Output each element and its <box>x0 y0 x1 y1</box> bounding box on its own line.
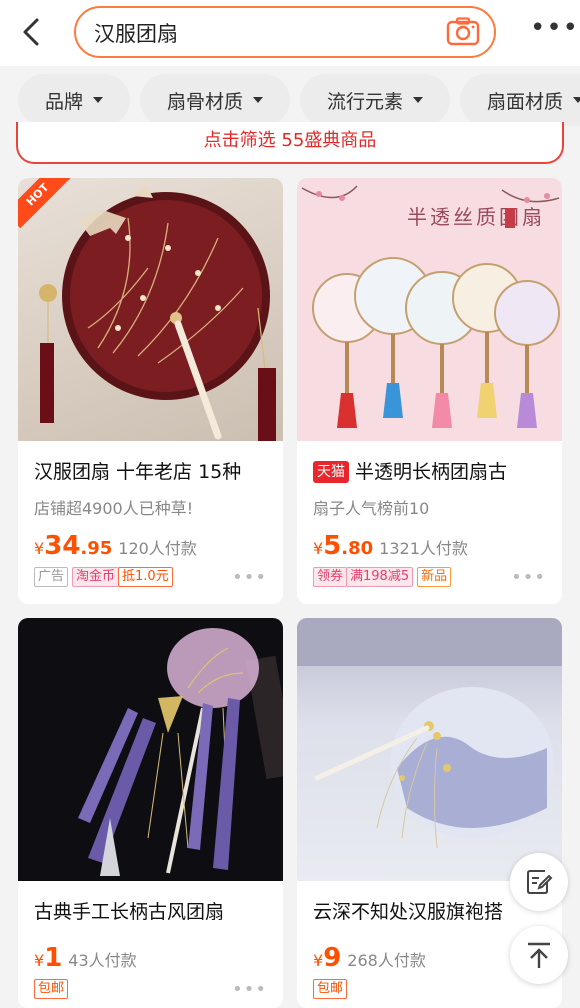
ad-tag: 广告 <box>34 567 69 587</box>
filter-chip-face-material[interactable]: 扇面材质 <box>460 74 580 126</box>
tmall-badge: 天猫 <box>313 461 349 483</box>
arrow-up-icon <box>528 942 550 968</box>
price-integer: 9 <box>323 943 342 973</box>
currency-symbol: ¥ <box>313 951 324 970</box>
coin-tag: 淘金币 <box>72 567 120 587</box>
discount-tag: 抵1.0元 <box>118 567 173 587</box>
top-bar: ••• <box>0 0 580 66</box>
product-image[interactable] <box>297 618 562 881</box>
price-integer: 5 <box>323 531 342 561</box>
coupon-tag: 领券 <box>313 567 348 587</box>
filter-chip-brand[interactable]: 品牌 <box>18 74 130 126</box>
product-image[interactable] <box>18 618 283 881</box>
sold-count: 43人付款 <box>68 951 137 970</box>
filter-chip-label: 流行元素 <box>326 90 403 113</box>
filter-chip-label: 品牌 <box>44 90 83 113</box>
price-row: ¥ 34 .95 120人付款 <box>18 531 283 561</box>
price-integer: 34 <box>44 531 81 561</box>
filter-chip-label: 扇面材质 <box>486 90 563 113</box>
price-decimal: .80 <box>341 538 374 559</box>
price-row: ¥ 5 .80 1321人付款 <box>297 531 562 561</box>
sold-count: 1321人付款 <box>379 539 468 558</box>
free-shipping-tag: 包邮 <box>313 979 348 999</box>
filter-chip-label: 扇骨材质 <box>166 90 243 113</box>
back-arrow-icon[interactable] <box>14 14 50 50</box>
feedback-button[interactable] <box>510 853 568 911</box>
product-subtitle: 扇子人气榜前10 <box>313 499 430 517</box>
currency-symbol: ¥ <box>34 539 45 558</box>
discount-tag: 满198减5 <box>346 567 414 587</box>
filter-bar: 品牌 扇骨材质 流行元素 扇面材质 <box>0 74 580 126</box>
filter-chip-trend-element[interactable]: 流行元素 <box>300 74 450 126</box>
price-decimal: .95 <box>80 538 113 559</box>
product-title: 天猫 半透明长柄团扇古 <box>297 459 562 485</box>
chevron-down-icon <box>253 97 263 103</box>
chevron-down-icon <box>93 97 103 103</box>
sold-count: 120人付款 <box>118 539 197 558</box>
tag-row: 广告 淘金币 抵1.0元 ••• <box>18 565 283 589</box>
sold-count: 268人付款 <box>347 951 426 970</box>
camera-icon[interactable] <box>446 17 480 47</box>
product-title: 汉服团扇 十年老店 15种 <box>34 461 242 483</box>
tag-row: 领券 满198减5 新品 ••• <box>297 565 562 589</box>
product-image[interactable]: 半透丝质团扇 <box>297 178 562 441</box>
product-card[interactable]: HOT 汉服团扇 十年老店 15种 店铺超4900人已种草! ¥ 34 .95 … <box>18 178 283 604</box>
banner-text: 点击筛选 55盛典商品 <box>203 130 377 151</box>
image-caption: 半透丝质团扇 <box>407 205 545 229</box>
search-box[interactable] <box>74 6 496 58</box>
more-options-icon[interactable]: ••• <box>232 979 267 1000</box>
product-title: 古典手工长柄古风团扇 <box>34 901 225 923</box>
more-icon[interactable]: ••• <box>530 15 578 42</box>
currency-symbol: ¥ <box>34 951 45 970</box>
price-integer: 1 <box>44 943 63 973</box>
currency-symbol: ¥ <box>313 539 324 558</box>
product-subtitle: 店铺超4900人已种草! <box>34 499 194 517</box>
filter-promo-banner[interactable]: 点击筛选 55盛典商品 <box>16 122 564 164</box>
chevron-down-icon <box>413 97 423 103</box>
chevron-down-icon <box>573 97 580 103</box>
search-input[interactable] <box>94 18 434 48</box>
product-card[interactable]: 古典手工长柄古风团扇 ¥ 1 43人付款 包邮 ••• <box>18 618 283 1008</box>
product-title-text: 半透明长柄团扇古 <box>355 461 508 483</box>
filter-chip-rib-material[interactable]: 扇骨材质 <box>140 74 290 126</box>
free-shipping-tag: 包邮 <box>34 979 69 999</box>
product-card[interactable]: 半透丝质团扇 天猫 半透明长柄团扇古 扇子人气榜前10 ¥ 5 .80 1321… <box>297 178 562 604</box>
product-image[interactable]: HOT <box>18 178 283 441</box>
edit-note-icon <box>527 870 553 894</box>
more-options-icon[interactable]: ••• <box>511 567 546 588</box>
more-options-icon[interactable]: ••• <box>232 567 267 588</box>
price-row: ¥ 1 43人付款 <box>18 943 283 973</box>
back-to-top-button[interactable] <box>510 926 568 984</box>
new-tag: 新品 <box>417 567 452 587</box>
tag-row: 包邮 <box>297 977 562 1001</box>
tag-row: 包邮 ••• <box>18 977 283 1001</box>
